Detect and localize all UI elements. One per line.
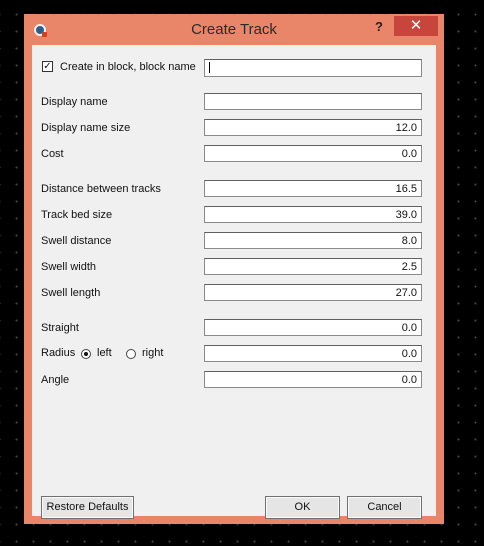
create-in-block-checkbox[interactable]: ✓ — [42, 61, 53, 72]
distance-between-tracks-input[interactable]: 16.5 — [204, 180, 422, 197]
angle-input[interactable]: 0.0 — [204, 371, 422, 388]
display-name-label: Display name — [41, 96, 108, 108]
radius-left-label: left — [97, 347, 112, 359]
dialog-body: ✓ Create in block, block name Display na… — [32, 45, 436, 519]
radius-left-radio[interactable] — [81, 349, 91, 359]
display-name-size-input[interactable]: 12.0 — [204, 119, 422, 136]
straight-input[interactable]: 0.0 — [204, 319, 422, 336]
cancel-button[interactable]: Cancel — [347, 496, 422, 519]
title-bar: Create Track ? ✕ — [24, 14, 444, 44]
text-caret — [209, 62, 210, 73]
swell-width-input[interactable]: 2.5 — [204, 258, 422, 275]
display-name-input[interactable] — [204, 93, 422, 110]
ok-button[interactable]: OK — [265, 496, 340, 519]
angle-label: Angle — [41, 374, 70, 386]
display-name-size-label: Display name size — [41, 122, 131, 134]
swell-distance-input[interactable]: 8.0 — [204, 232, 422, 249]
swell-distance-label: Swell distance — [41, 235, 112, 247]
swell-width-label: Swell width — [41, 261, 97, 273]
cost-label: Cost — [41, 148, 64, 160]
help-button[interactable]: ? — [368, 16, 390, 38]
radius-right-radio[interactable] — [126, 349, 136, 359]
block-name-input[interactable] — [204, 59, 422, 77]
swell-length-input[interactable]: 27.0 — [204, 284, 422, 301]
track-bed-size-label: Track bed size — [41, 209, 113, 221]
create-track-dialog: Create Track ? ✕ ✓ Create in block, bloc… — [24, 14, 444, 524]
track-bed-size-input[interactable]: 39.0 — [204, 206, 422, 223]
distance-between-tracks-label: Distance between tracks — [41, 183, 161, 195]
radius-label: Radius — [41, 347, 76, 359]
cost-input[interactable]: 0.0 — [204, 145, 422, 162]
swell-length-label: Swell length — [41, 287, 101, 299]
restore-defaults-button[interactable]: Restore Defaults — [41, 496, 134, 519]
radius-right-label: right — [142, 347, 164, 359]
close-button[interactable]: ✕ — [394, 16, 438, 36]
radius-input[interactable]: 0.0 — [204, 345, 422, 362]
straight-label: Straight — [41, 322, 79, 334]
create-in-block-label: Create in block, block name — [60, 61, 196, 73]
